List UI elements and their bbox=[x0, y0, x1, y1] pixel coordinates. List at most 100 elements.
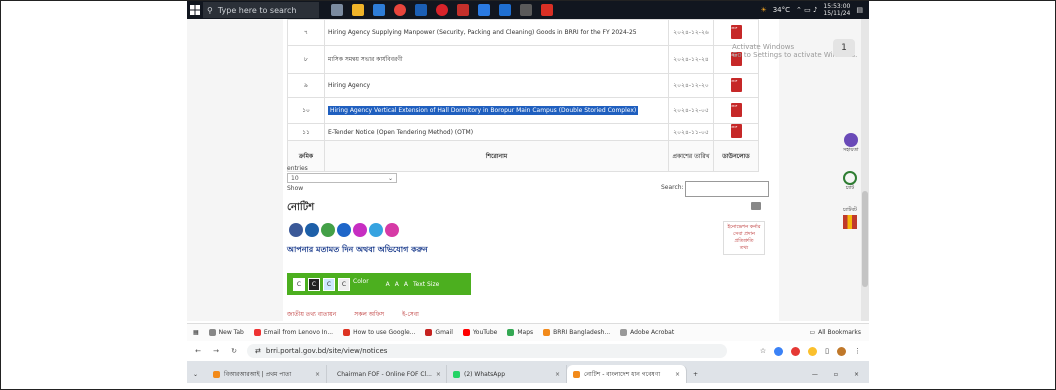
social-share-row bbox=[289, 223, 399, 237]
side-panel-icon[interactable]: ▯ bbox=[825, 347, 829, 355]
tab-search-icon[interactable]: ⌄ bbox=[187, 365, 207, 383]
text-size-up[interactable]: A bbox=[386, 281, 390, 288]
menu-icon[interactable]: ⋮ bbox=[854, 347, 861, 355]
side-link[interactable]: সেবা প্রদান প্রতিশ্রুতি bbox=[724, 231, 764, 245]
new-tab-button[interactable]: + bbox=[687, 365, 704, 383]
twitter-icon[interactable] bbox=[305, 223, 319, 237]
apps-grid-icon[interactable]: ▦ bbox=[193, 329, 199, 336]
system-tray: ☀ 34°C ⌃ ▭ ♪ 15:53:00 15/11/24 ▤ bbox=[760, 3, 869, 17]
task-view-icon[interactable] bbox=[331, 4, 343, 16]
bookmark-item[interactable]: Gmail bbox=[425, 329, 453, 336]
site-info-icon[interactable]: ⇄ bbox=[255, 347, 261, 355]
opera-icon[interactable] bbox=[436, 4, 448, 16]
minimize-icon[interactable]: — bbox=[812, 371, 818, 378]
scrollbar-thumb[interactable] bbox=[862, 191, 868, 287]
close-icon[interactable]: × bbox=[555, 371, 560, 378]
header-date[interactable]: প্রকাশের তারিখ bbox=[668, 140, 714, 172]
file-explorer-icon[interactable] bbox=[352, 4, 364, 16]
star-icon[interactable]: ☆ bbox=[760, 347, 766, 355]
color-swatch[interactable]: C bbox=[338, 277, 350, 291]
color-swatch[interactable]: C bbox=[308, 277, 320, 291]
pdf-download-icon[interactable] bbox=[730, 102, 742, 117]
table-search-input[interactable] bbox=[685, 181, 769, 197]
share-icon[interactable] bbox=[385, 223, 399, 237]
bookmark-item[interactable]: Maps bbox=[507, 329, 533, 336]
weather-icon[interactable]: ☀ bbox=[760, 6, 766, 14]
app-icon[interactable] bbox=[541, 4, 553, 16]
close-icon[interactable]: × bbox=[436, 371, 441, 378]
pdf-download-icon[interactable] bbox=[730, 124, 742, 138]
bookmark-label: YouTube bbox=[472, 329, 498, 336]
help-widget[interactable]: সহায়তা bbox=[843, 133, 859, 155]
row-title-text[interactable]: Hiring Agency Vertical Extension of Hall… bbox=[328, 106, 639, 115]
tray-icons[interactable]: ⌃ ▭ ♪ bbox=[796, 6, 817, 14]
taskbar-search-box[interactable]: ⚲ Type here to search bbox=[203, 2, 319, 18]
forward-icon[interactable]: → bbox=[211, 347, 221, 355]
whatsapp-icon[interactable] bbox=[321, 223, 335, 237]
feedback-link[interactable]: আপনার মতামত দিন অথবা অভিযোগ করুন bbox=[287, 244, 428, 257]
browser-tab[interactable]: বিআরআরআই | প্রথম পাতা × bbox=[207, 365, 327, 383]
color-swatch[interactable]: C bbox=[293, 277, 305, 291]
close-icon[interactable]: × bbox=[675, 371, 680, 378]
edge-icon[interactable] bbox=[373, 4, 385, 16]
profile-avatar[interactable] bbox=[837, 346, 846, 356]
print-icon[interactable] bbox=[751, 202, 761, 210]
tab-label: (2) WhatsApp bbox=[464, 370, 506, 378]
photos-icon[interactable] bbox=[478, 4, 490, 16]
scrollbar[interactable] bbox=[861, 19, 869, 321]
taskbar-search-placeholder: Type here to search bbox=[217, 5, 297, 15]
float-counter-button[interactable]: 1 bbox=[833, 39, 855, 57]
maximize-icon[interactable]: ▫ bbox=[834, 371, 838, 378]
all-bookmarks[interactable]: ▭ All Bookmarks bbox=[809, 329, 869, 336]
reload-icon[interactable]: ↻ bbox=[229, 347, 239, 355]
chat-widget[interactable]: চ্যাট bbox=[843, 171, 857, 193]
extension-icon[interactable] bbox=[774, 346, 784, 356]
email-icon[interactable] bbox=[369, 223, 383, 237]
side-link[interactable]: ইনোভেশন কর্নার bbox=[724, 224, 764, 231]
bookmark-item[interactable]: Adobe Acrobat bbox=[620, 329, 674, 336]
word-icon[interactable] bbox=[415, 4, 427, 16]
extension-icon[interactable] bbox=[808, 346, 818, 356]
footer-tab[interactable]: ই-সেবা bbox=[402, 309, 419, 320]
bookmark-item[interactable]: BRRI Bangladesh... bbox=[543, 329, 610, 336]
url-bar[interactable]: ⇄ brri.portal.gov.bd/site/view/notices bbox=[247, 344, 727, 358]
back-icon[interactable]: ← bbox=[193, 347, 203, 355]
media-icon[interactable] bbox=[520, 4, 532, 16]
row-title-text[interactable]: মাসিক সমন্বয় সভার কার্যবিবরণী bbox=[328, 56, 403, 63]
bookmark-item[interactable]: How to use Google... bbox=[343, 329, 415, 336]
messenger-icon[interactable] bbox=[353, 223, 367, 237]
close-icon[interactable]: × bbox=[315, 371, 320, 378]
taskbar-clock[interactable]: 15:53:00 15/11/24 bbox=[823, 3, 850, 17]
notification-icon[interactable]: ▤ bbox=[856, 6, 863, 14]
row-title-text[interactable]: E-Tender Notice (Open Tendering Method) … bbox=[328, 129, 473, 136]
store-icon[interactable] bbox=[499, 4, 511, 16]
header-download[interactable]: ডাউনলোড bbox=[713, 140, 759, 172]
bookmark-item[interactable]: New Tab bbox=[208, 329, 244, 336]
linkedin-icon[interactable] bbox=[337, 223, 351, 237]
browser-tab-active[interactable]: নোটিশ - বাংলাদেশ ধান গবেষণা × bbox=[567, 365, 687, 383]
pdf-download-icon[interactable] bbox=[730, 77, 742, 92]
text-size-normal[interactable]: A bbox=[395, 281, 399, 288]
bookmark-label: Email from Lenovo In... bbox=[263, 329, 334, 336]
windows-start-icon[interactable] bbox=[187, 1, 203, 19]
pdf-app-icon[interactable] bbox=[457, 4, 469, 16]
footer-tab[interactable]: সকল অফিস bbox=[354, 309, 384, 320]
row-title-text[interactable]: Hiring Agency bbox=[328, 82, 370, 89]
chatbot-widget[interactable]: চ্যাটবট bbox=[843, 207, 857, 229]
bookmark-item[interactable]: YouTube bbox=[462, 329, 498, 336]
row-title-text[interactable]: Hiring Agency Supplying Manpower (Securi… bbox=[328, 29, 637, 36]
text-size-down[interactable]: A bbox=[404, 281, 408, 288]
entries-select[interactable]: 10 ⌄ bbox=[287, 173, 397, 183]
close-window-icon[interactable]: × bbox=[854, 371, 859, 378]
extension-icon[interactable] bbox=[791, 346, 801, 356]
facebook-icon[interactable] bbox=[289, 223, 303, 237]
browser-tab[interactable]: (2) WhatsApp × bbox=[447, 365, 567, 383]
browser-tab[interactable]: Chairman FOF - Online FOF Cl... × bbox=[327, 365, 447, 383]
bookmark-item[interactable]: Email from Lenovo In... bbox=[253, 329, 334, 336]
header-title[interactable]: শিরোনাম bbox=[324, 140, 669, 172]
color-swatch[interactable]: C bbox=[323, 277, 335, 291]
chrome-icon[interactable] bbox=[394, 4, 406, 16]
side-link[interactable]: তথ্য bbox=[724, 245, 764, 252]
pdf-download-icon[interactable] bbox=[730, 24, 742, 39]
footer-tab[interactable]: জাতীয় তথ্য বাতায়ন bbox=[287, 309, 336, 320]
